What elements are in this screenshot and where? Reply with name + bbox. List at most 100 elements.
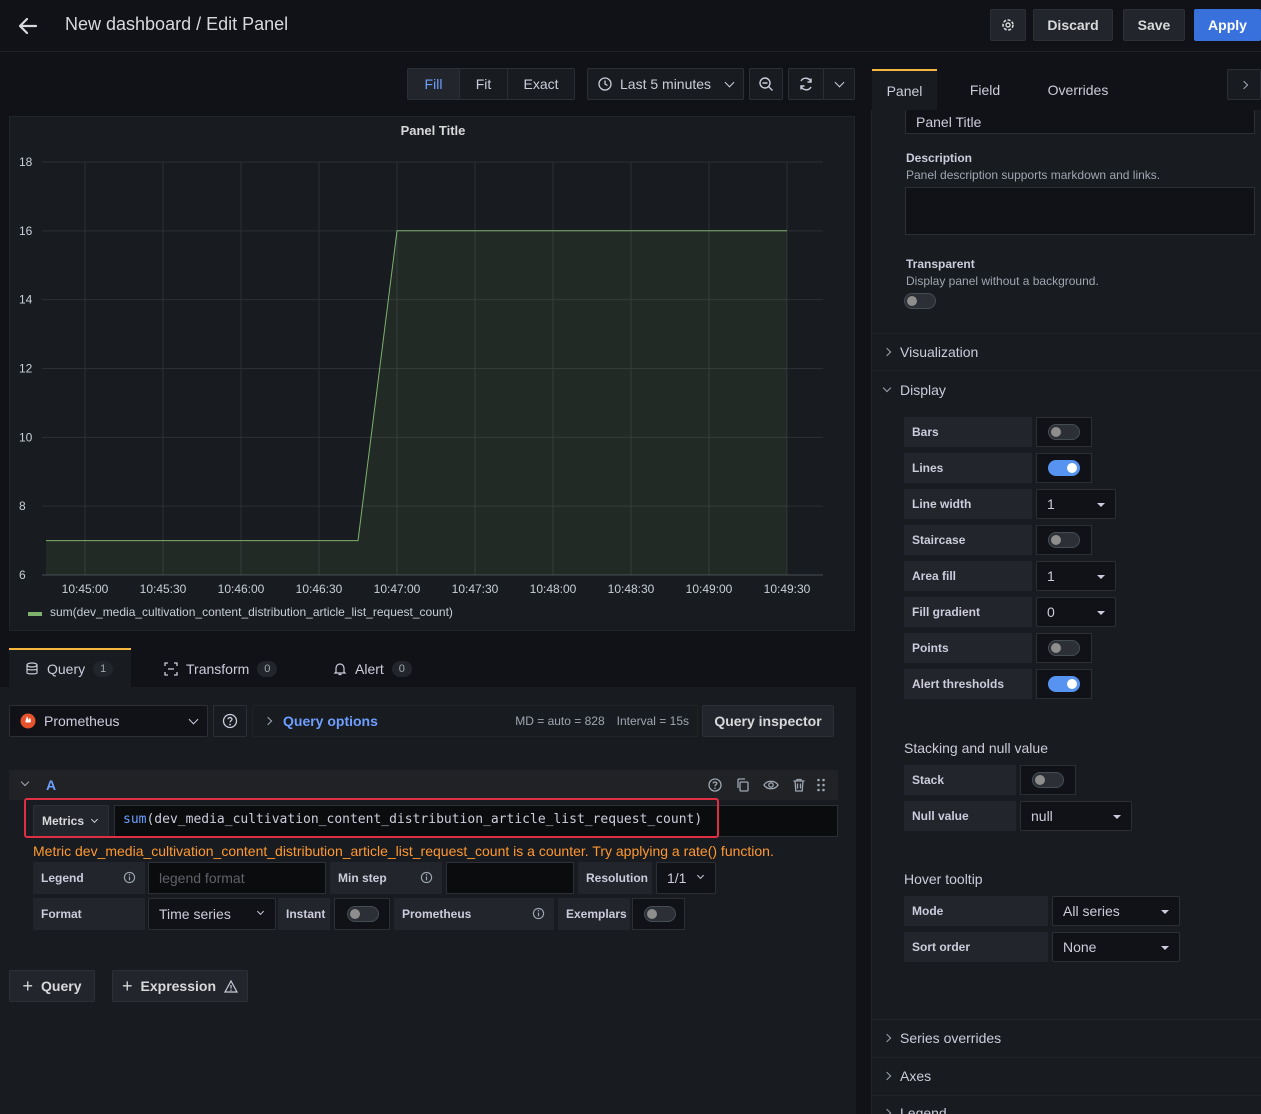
display-option-toggle[interactable] (1048, 676, 1080, 692)
legend-item[interactable]: sum(dev_media_cultivation_content_distri… (50, 605, 453, 619)
settings-button[interactable] (990, 9, 1026, 41)
chevron-right-icon (882, 347, 892, 357)
display-option-toggle[interactable] (1048, 532, 1080, 548)
section-visualization[interactable]: Visualization (882, 342, 978, 362)
collapse-options-button[interactable] (1227, 69, 1261, 100)
x-tick-label: 10:48:30 (608, 582, 655, 596)
query-options-bar[interactable]: Query options MD = auto = 828 Interval =… (252, 705, 698, 737)
query-ref-id[interactable]: A (46, 777, 56, 793)
refresh-icon (800, 77, 812, 91)
transparent-toggle[interactable] (904, 293, 936, 309)
query-options-toggle[interactable]: Query options (283, 713, 378, 729)
tab-transform[interactable]: Transform 0 (164, 650, 278, 688)
section-series-overrides[interactable]: Series overrides (882, 1028, 1001, 1048)
query-inspector-button[interactable]: Query inspector (702, 705, 834, 737)
page-title: New dashboard / Edit Panel (65, 14, 289, 34)
display-option-select[interactable]: 0 (1036, 597, 1116, 627)
legend-format-input[interactable]: legend format (148, 862, 326, 894)
discard-button[interactable]: Discard (1033, 9, 1113, 41)
add-query-button[interactable]: + Query (9, 970, 95, 1002)
info-icon[interactable] (123, 871, 136, 884)
drag-handle-icon[interactable] (813, 777, 829, 793)
hover-tooltip-title: Hover tooltip (904, 871, 983, 887)
y-tick-label: 6 (19, 568, 26, 582)
eye-icon[interactable] (763, 777, 779, 793)
display-option-select[interactable]: 1 (1036, 561, 1116, 591)
x-tick-label: 10:46:30 (296, 582, 343, 596)
divider (872, 1019, 1261, 1020)
save-button[interactable]: Save (1123, 9, 1185, 41)
display-option-label: Alert thresholds (904, 669, 1032, 699)
copy-icon[interactable] (735, 777, 751, 793)
display-option-toggle[interactable] (1048, 424, 1080, 440)
y-tick-label: 16 (19, 224, 33, 238)
add-expression-button[interactable]: + Expression (112, 970, 248, 1002)
datasource-picker[interactable]: Prometheus (9, 705, 208, 737)
datasource-name: Prometheus (44, 713, 120, 729)
collapse-chevron-icon[interactable] (20, 777, 30, 787)
y-tick-label: 18 (19, 155, 33, 169)
tab-query[interactable]: Query 1 (9, 648, 131, 688)
format-select[interactable]: Time series (148, 898, 276, 930)
warning-triangle-icon (224, 979, 238, 993)
arrow-left-icon[interactable] (14, 12, 42, 40)
panel-title-input[interactable]: Panel Title (905, 110, 1255, 134)
section-legend[interactable]: Legend (884, 1103, 947, 1114)
bell-icon (333, 663, 347, 676)
sort-order-label: Sort order (904, 932, 1048, 962)
info-icon[interactable] (532, 907, 545, 920)
exemplars-toggle[interactable] (644, 906, 676, 922)
display-option-toggle[interactable] (1048, 640, 1080, 656)
tab-field[interactable]: Field (955, 69, 1015, 110)
zoom-out-button[interactable] (749, 68, 783, 100)
tab-query-label: Query (47, 661, 86, 677)
info-icon[interactable] (420, 871, 433, 884)
sort-order-select[interactable]: None (1052, 932, 1180, 962)
top-bar: New dashboard / Edit Panel Discard Save … (0, 0, 1261, 52)
query-count-badge: 1 (93, 661, 114, 677)
section-display[interactable]: Display (882, 380, 946, 400)
tab-overrides[interactable]: Overrides (1035, 69, 1121, 110)
chevron-right-icon (263, 716, 273, 726)
datasource-help-button[interactable] (213, 705, 247, 737)
instant-toggle[interactable] (347, 906, 379, 922)
y-tick-label: 10 (19, 430, 33, 444)
stack-toggle[interactable] (1032, 772, 1064, 788)
refresh-interval-dropdown[interactable] (823, 68, 855, 100)
display-option-label: Fill gradient (904, 597, 1032, 627)
trash-icon[interactable] (791, 777, 807, 793)
description-help: Panel description supports markdown and … (906, 168, 1161, 182)
display-option-toggle[interactable] (1048, 460, 1080, 476)
splitter[interactable] (856, 52, 871, 1114)
apply-button[interactable]: Apply (1194, 9, 1261, 41)
description-textarea[interactable] (905, 187, 1255, 235)
caret-down-icon (1161, 946, 1169, 950)
display-option-label: Area fill (904, 561, 1032, 591)
transparent-help: Display panel without a background. (906, 274, 1099, 288)
highlight-box (24, 798, 719, 838)
x-tick-label: 10:47:00 (374, 582, 421, 596)
display-switch-box (1036, 417, 1092, 447)
caret-down-icon (1113, 815, 1121, 819)
panel-size-toggle: Fill Fit Exact (407, 68, 575, 100)
display-switch-box (1036, 633, 1092, 663)
tooltip-mode-select[interactable]: All series (1052, 896, 1180, 926)
exact-option[interactable]: Exact (508, 69, 574, 99)
fill-option[interactable]: Fill (408, 69, 460, 99)
refresh-button[interactable] (788, 68, 824, 100)
counter-warning: Metric dev_media_cultivation_content_dis… (33, 843, 774, 859)
tab-alert[interactable]: Alert 0 (333, 650, 412, 688)
fit-option[interactable]: Fit (460, 69, 508, 99)
question-circle-icon[interactable] (707, 777, 723, 793)
tab-panel[interactable]: Panel (872, 69, 937, 110)
min-step-input[interactable] (446, 862, 574, 894)
null-value-select[interactable]: null (1020, 801, 1132, 831)
chevron-right-icon (882, 1071, 892, 1081)
query-row-header: A (9, 770, 838, 800)
display-option-select[interactable]: 1 (1036, 489, 1116, 519)
resolution-select[interactable]: 1/1 (656, 862, 716, 894)
time-range-picker[interactable]: Last 5 minutes (587, 68, 744, 100)
x-tick-label: 10:47:30 (452, 582, 499, 596)
section-axes[interactable]: Axes (882, 1066, 931, 1086)
time-series-chart[interactable]: 6 8 10 12 14 16 18 10:45:00 10:45:30 10:46:00 10:4… (10, 117, 856, 632)
